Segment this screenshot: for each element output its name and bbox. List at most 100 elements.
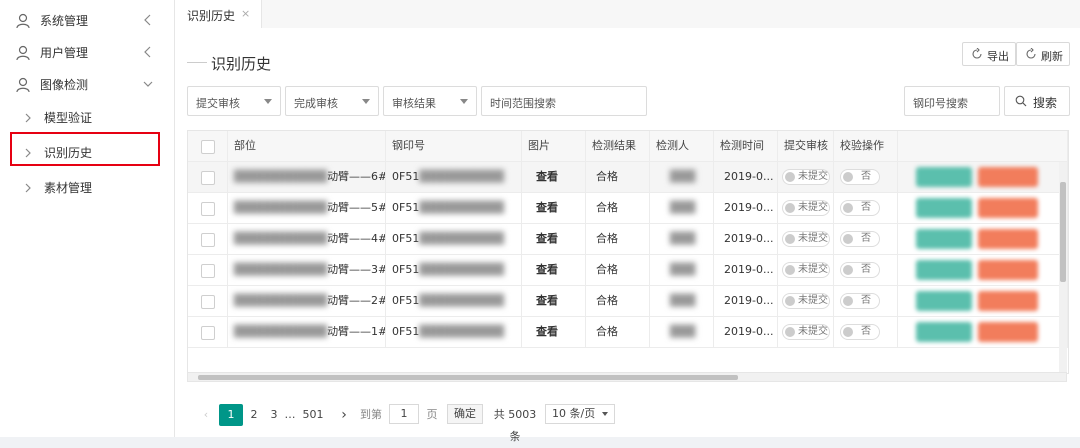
submit-toggle[interactable]: 未提交 [782, 200, 830, 216]
confirm-button[interactable]: 确定 [447, 404, 483, 424]
select-label: 提交审核 [196, 97, 240, 110]
export-label: 导出 [987, 50, 1009, 63]
chevron-left-icon [144, 46, 151, 58]
close-icon[interactable]: × [241, 7, 250, 20]
refresh-button[interactable]: 刷新 [1016, 42, 1070, 66]
sidebar-subitem-materials[interactable]: 素材管理 [0, 172, 174, 204]
cell-image-link[interactable]: 查看 [522, 193, 586, 224]
seal-search-input[interactable]: 钢印号搜索 [904, 86, 1000, 116]
submit-toggle[interactable]: 未提交 [782, 262, 830, 278]
user-icon [16, 77, 30, 93]
row-checkbox[interactable] [201, 326, 215, 340]
cell-inspector: ███ [650, 224, 714, 255]
vertical-scrollbar[interactable] [1059, 162, 1067, 372]
page-2[interactable]: 2 [247, 404, 261, 426]
cell-verify: 否 [834, 255, 898, 286]
scroll-thumb[interactable] [1060, 182, 1066, 282]
row-checkbox[interactable] [201, 233, 215, 247]
cell-image-link[interactable]: 查看 [522, 286, 586, 317]
time-range-input[interactable]: 时间范围搜索 [481, 86, 647, 116]
complete-review-select[interactable]: 完成审核 [285, 86, 379, 116]
cell-verify: 否 [834, 162, 898, 193]
page-size-select[interactable]: 10 条/页 [545, 404, 615, 424]
action-button-primary[interactable] [916, 260, 972, 280]
row-checkbox[interactable] [201, 171, 215, 185]
refresh-icon [1026, 48, 1036, 59]
toggle-knob [785, 172, 795, 182]
header-inspector: 检测人 [650, 131, 714, 162]
action-button-danger[interactable] [978, 322, 1038, 342]
verify-toggle[interactable]: 否 [840, 262, 880, 278]
row-checkbox[interactable] [201, 295, 215, 309]
sidebar-item-image-detection[interactable]: 图像检测 [0, 69, 174, 101]
export-button[interactable]: 导出 [962, 42, 1016, 66]
cell-time: 2019-0... [714, 162, 778, 193]
action-button-primary[interactable] [916, 198, 972, 218]
toggle-label: 否 [861, 326, 871, 337]
page-501[interactable]: 501 [301, 404, 325, 426]
cell-time: 2019-0... [714, 193, 778, 224]
seal-label: 0F51 [392, 201, 420, 214]
cell-part: ███████████动臂——2# [228, 286, 386, 317]
action-button-primary[interactable] [916, 322, 972, 342]
sidebar-subitem-model-verify[interactable]: 模型验证 [0, 102, 174, 134]
cell-image-link[interactable]: 查看 [522, 162, 586, 193]
submit-review-select[interactable]: 提交审核 [187, 86, 281, 116]
search-icon [1015, 95, 1027, 107]
toggle-knob [785, 203, 795, 213]
page-1[interactable]: 1 [219, 404, 243, 426]
action-button-danger[interactable] [978, 198, 1038, 218]
redacted-text: ███████████ [234, 325, 328, 338]
submit-toggle[interactable]: 未提交 [782, 231, 830, 247]
redacted-text: ███████████ [234, 170, 328, 183]
action-button-danger[interactable] [978, 260, 1038, 280]
cell-inspector: ███ [650, 162, 714, 193]
action-button-primary[interactable] [916, 291, 972, 311]
header-actions [898, 131, 1068, 162]
row-select-cell [188, 193, 228, 224]
verify-toggle[interactable]: 否 [840, 200, 880, 216]
goto-input[interactable]: 1 [389, 404, 419, 424]
prev-page-icon[interactable]: ‹ [199, 404, 213, 426]
verify-toggle[interactable]: 否 [840, 169, 880, 185]
submit-toggle[interactable]: 未提交 [782, 324, 830, 340]
cell-image-link[interactable]: 查看 [522, 317, 586, 348]
action-button-danger[interactable] [978, 229, 1038, 249]
cell-image-link[interactable]: 查看 [522, 255, 586, 286]
toggle-label: 未提交 [798, 264, 828, 275]
cell-actions [898, 162, 1068, 193]
search-label: 搜索 [1033, 96, 1058, 110]
tab-history[interactable]: 识别历史 × [175, 0, 262, 28]
next-page-icon[interactable]: › [337, 404, 351, 426]
scroll-thumb[interactable] [198, 375, 738, 380]
cell-seal: 0F51██████████ [386, 317, 522, 348]
verify-toggle[interactable]: 否 [840, 324, 880, 340]
row-checkbox[interactable] [201, 264, 215, 278]
horizontal-scrollbar[interactable] [187, 372, 1067, 382]
page-3[interactable]: 3 [267, 404, 281, 426]
verify-toggle[interactable]: 否 [840, 293, 880, 309]
cell-image-link[interactable]: 查看 [522, 224, 586, 255]
refresh-icon [972, 48, 982, 59]
row-select-cell [188, 162, 228, 193]
select-all-checkbox[interactable] [201, 140, 215, 154]
review-result-select[interactable]: 审核结果 [383, 86, 477, 116]
cell-time: 2019-0... [714, 286, 778, 317]
action-button-primary[interactable] [916, 167, 972, 187]
action-button-primary[interactable] [916, 229, 972, 249]
sidebar-item-users[interactable]: 用户管理 [0, 37, 174, 69]
header-submit: 提交审核 [778, 131, 834, 162]
action-button-danger[interactable] [978, 167, 1038, 187]
row-select-cell [188, 286, 228, 317]
toggle-knob [843, 265, 853, 275]
submit-toggle[interactable]: 未提交 [782, 293, 830, 309]
cell-verify: 否 [834, 317, 898, 348]
submit-toggle[interactable]: 未提交 [782, 169, 830, 185]
action-button-danger[interactable] [978, 291, 1038, 311]
caret-down-icon [602, 412, 608, 416]
caret-down-icon [460, 99, 468, 104]
search-button[interactable]: 搜索 [1004, 86, 1070, 116]
sidebar-item-system[interactable]: 系统管理 [0, 5, 174, 37]
verify-toggle[interactable]: 否 [840, 231, 880, 247]
row-checkbox[interactable] [201, 202, 215, 216]
